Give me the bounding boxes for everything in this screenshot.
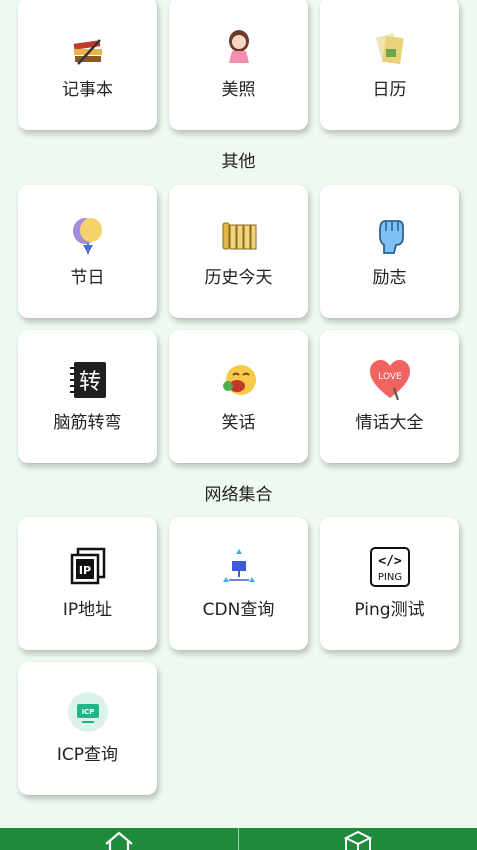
love-words-card[interactable]: LOVE 情话大全: [320, 330, 459, 463]
cdn-network-icon: [222, 549, 255, 582]
joke-label: 笑话: [221, 413, 256, 433]
calendar-card[interactable]: 日历: [320, 0, 459, 130]
cdn-query-label: CDN查询: [202, 600, 275, 620]
ip-address-card[interactable]: IP IP地址: [18, 517, 157, 650]
bottom-tab-bar: [0, 828, 477, 850]
inspire-card[interactable]: 励志: [320, 185, 459, 318]
history-today-card[interactable]: 历史今天: [169, 185, 308, 318]
joke-card[interactable]: 笑话: [169, 330, 308, 463]
ping-icon-code: </>: [378, 554, 402, 569]
laughing-face-icon: [222, 365, 256, 395]
ping-icon-text: PING: [377, 572, 401, 583]
girl-photo-icon: [228, 30, 249, 63]
cube-icon: [343, 830, 373, 850]
notebook-icon: [73, 39, 102, 65]
notebook-card[interactable]: 记事本: [18, 0, 157, 130]
ip-icon-text: IP: [78, 564, 90, 577]
ping-test-label: Ping测试: [354, 600, 425, 620]
tab-home[interactable]: [0, 828, 238, 850]
calendar-icon: [375, 33, 404, 65]
brain-turn-card[interactable]: 转 脑筋转弯: [18, 330, 157, 463]
tab-discover[interactable]: [239, 828, 477, 850]
section-title-network: 网络集合: [204, 485, 273, 505]
cdn-query-card[interactable]: CDN查询: [169, 517, 308, 650]
home-icon: [105, 831, 133, 850]
calendar-label: 日历: [372, 80, 407, 100]
bamboo-scroll-icon: [222, 222, 256, 250]
fist-icon: [378, 220, 404, 254]
brain-turn-label: 脑筋转弯: [53, 413, 122, 433]
icp-query-card[interactable]: ICP ICP查询: [18, 662, 157, 795]
history-today-label: 历史今天: [204, 268, 273, 288]
inspire-label: 励志: [372, 268, 407, 288]
brain-turn-icon: 转: [69, 362, 106, 398]
notebook-label: 记事本: [62, 80, 113, 100]
icp-query-label: ICP查询: [56, 745, 119, 765]
ping-test-card[interactable]: </> PING Ping测试: [320, 517, 459, 650]
brain-turn-icon-char: 转: [78, 370, 100, 395]
balloon-icon: [72, 218, 102, 254]
ping-icon: </> PING: [369, 547, 410, 587]
icp-icon: ICP: [67, 692, 108, 732]
love-heart-icon: LOVE: [369, 360, 410, 400]
girl-photo-label: 美照: [221, 80, 256, 100]
girl-photo-card[interactable]: 美照: [169, 0, 308, 130]
festival-label: 节日: [70, 268, 105, 288]
section-title-other: 其他: [221, 152, 256, 172]
love-words-label: 情话大全: [355, 413, 424, 433]
ip-icon: IP: [70, 547, 105, 585]
festival-card[interactable]: 节日: [18, 185, 157, 318]
ip-address-label: IP地址: [62, 600, 113, 620]
love-heart-icon-text: LOVE: [378, 372, 402, 382]
icp-icon-text: ICP: [81, 708, 94, 716]
